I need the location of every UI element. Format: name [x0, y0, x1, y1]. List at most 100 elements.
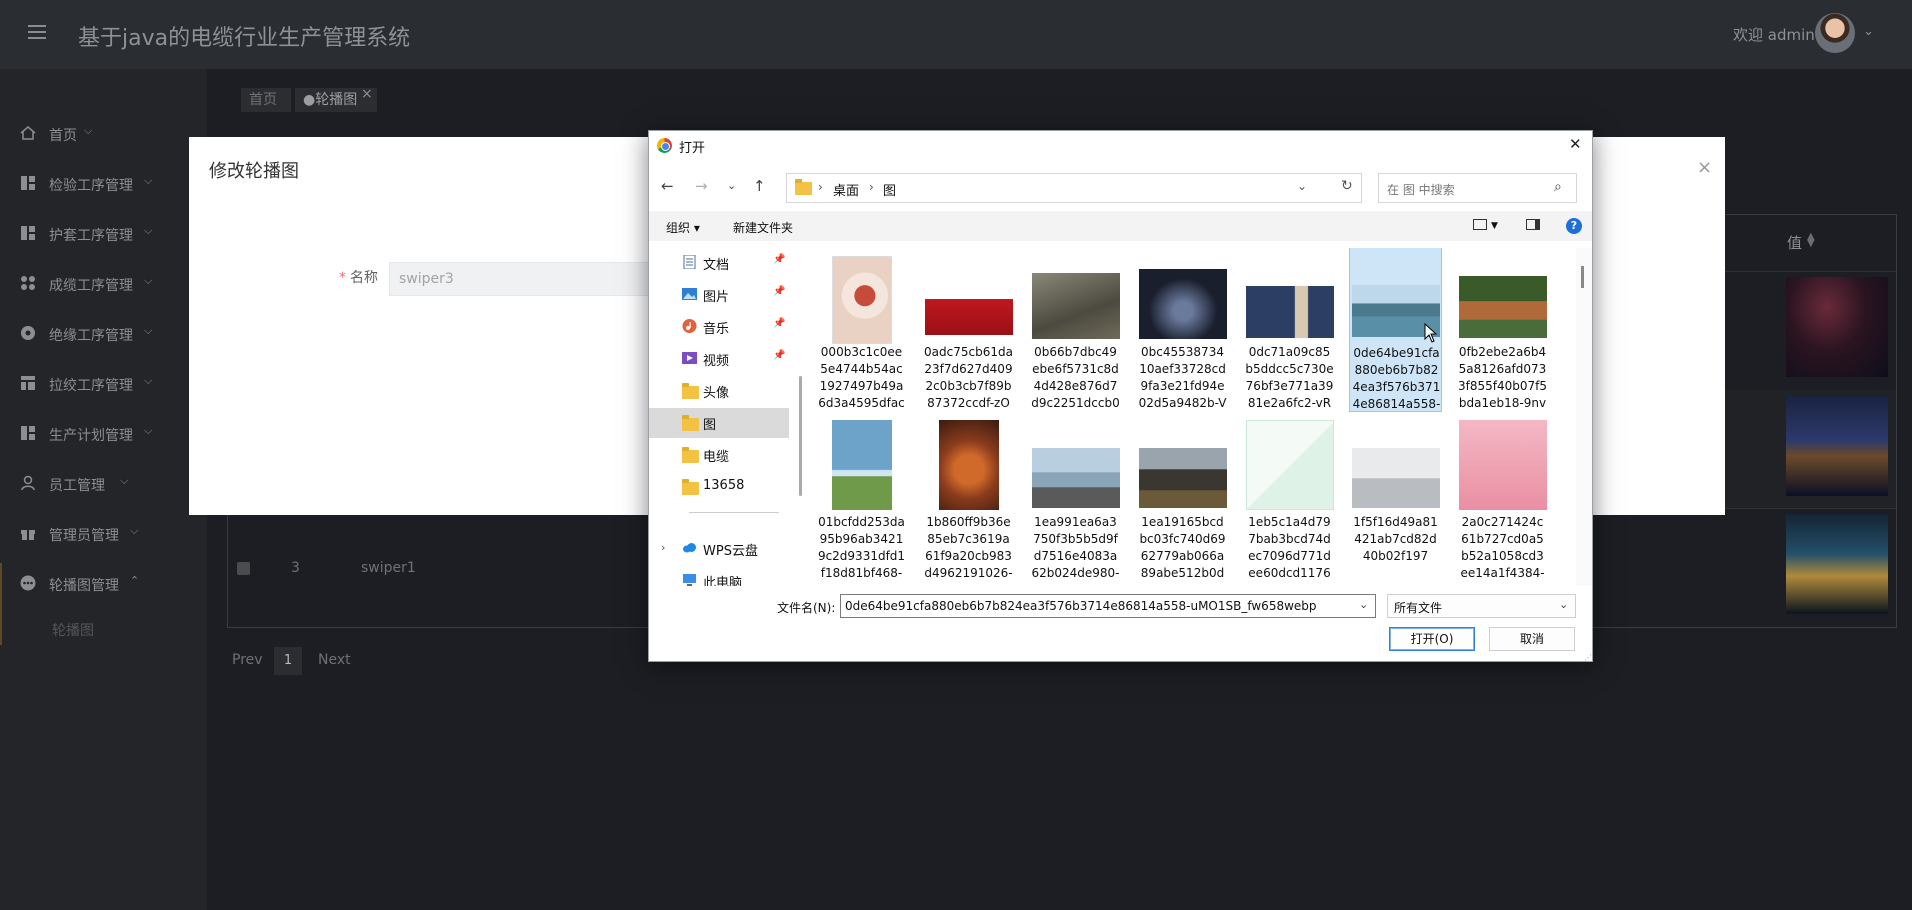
file-item[interactable]: 000b3c1c0ee5e4744b54ac1927497b49a6d3a459… — [815, 248, 908, 416]
pager-current[interactable]: 1 — [274, 647, 302, 675]
cancel-button[interactable]: 取消 — [1489, 627, 1575, 651]
pager-next[interactable]: Next — [318, 652, 351, 668]
open-button[interactable]: 打开(O) — [1389, 627, 1475, 651]
close-icon[interactable]: × — [361, 86, 373, 102]
chevron-down-icon[interactable]: ⌄ — [1359, 598, 1368, 611]
file-name: 1ea19165bcdbc03fc740d6962779ab066a89abe5… — [1139, 515, 1226, 580]
organize-button[interactable]: 组织 ▾ — [666, 219, 700, 236]
file-thumbnail — [1138, 269, 1227, 339]
nav-item-cables[interactable]: 电缆 — [649, 440, 789, 470]
nav-item-videos[interactable]: 视频 📌 — [649, 344, 789, 374]
sidebar-item-insulation[interactable]: 绝缘工序管理 ⌵ — [0, 314, 207, 354]
file-list-scrollbar[interactable] — [1576, 248, 1592, 586]
sidebar-item-label: 生产计划管理 — [49, 428, 133, 444]
help-icon[interactable]: ? — [1566, 218, 1582, 234]
path-segment[interactable]: 桌面 — [833, 180, 859, 199]
modal-title: 修改轮播图 — [209, 161, 299, 182]
file-item[interactable]: 1ea991ea6a3750f3b5b5d9fd7516e4083a62b024… — [1029, 418, 1122, 586]
scrollbar-thumb[interactable] — [1581, 266, 1584, 288]
new-folder-button[interactable]: 新建文件夹 — [733, 219, 793, 236]
up-arrow-icon[interactable]: ↑ — [753, 177, 766, 195]
file-item[interactable]: 1b860ff9b36e85eb7c3619a61f9a20cb983d4962… — [922, 418, 1015, 586]
sort-icon[interactable]: ▲ ▼ — [1807, 232, 1815, 249]
nav-scrollbar[interactable] — [799, 376, 802, 496]
search-input[interactable]: 在 图 中搜索 ⌕ — [1378, 173, 1577, 203]
breadcrumb-home[interactable]: 首页 — [241, 88, 291, 112]
nav-item-wps-cloud[interactable]: › WPS云盘 — [649, 534, 789, 564]
back-arrow-icon[interactable]: ← — [661, 177, 674, 195]
sidebar-item-employees[interactable]: 员工管理 ⌵ — [0, 464, 207, 504]
resize-grip-icon[interactable]: ⋰ — [1584, 653, 1592, 662]
sidebar-item-production-plan[interactable]: 生产计划管理 ⌵ — [0, 414, 207, 454]
file-item[interactable]: 0b66b7dbc49ebe6f5731c8d4d428e876d7d9c225… — [1029, 248, 1122, 416]
path-segment[interactable]: 图 — [883, 180, 896, 199]
file-item[interactable]: 1ea19165bcdbc03fc740d6962779ab066a89abe5… — [1136, 418, 1229, 586]
column-header-value[interactable]: 值 — [1787, 232, 1802, 253]
file-name: 1eb5c1a4d797bab3bcd74dec7096d771dee60dcd… — [1248, 515, 1331, 580]
file-item[interactable]: 1eb5c1a4d797bab3bcd74dec7096d771dee60dcd… — [1243, 418, 1336, 586]
recent-locations-icon[interactable]: ⌄ — [727, 179, 736, 192]
row-checkbox[interactable] — [237, 562, 250, 575]
file-item[interactable]: 0fb2ebe2a6b45a8126afd0733f855f40b07f5bda… — [1456, 248, 1549, 416]
nav-item-label: 文档 — [703, 258, 730, 273]
dashboard-icon — [21, 226, 35, 240]
sidebar-item-stranding[interactable]: 拉绞工序管理 ⌵ — [0, 364, 207, 404]
file-name: 0de64be91cfa880eb6b7b824ea3f576b3714e868… — [1352, 346, 1441, 411]
forward-arrow-icon[interactable]: → — [695, 177, 708, 195]
filename-input[interactable]: 0de64be91cfa880eb6b7b824ea3f576b3714e868… — [840, 594, 1376, 618]
sidebar-item-cabling[interactable]: 成缆工序管理 ⌵ — [0, 264, 207, 304]
sidebar-item-sheath[interactable]: 护套工序管理 ⌵ — [0, 214, 207, 254]
name-label: * 名称 — [339, 267, 378, 287]
file-item[interactable]: 0bc4553873410aef33728cd9fa3e21fd94e02d5a… — [1136, 248, 1229, 416]
file-item[interactable]: 01bcfdd253da95b96ab34219c2d9331dfd1f18d8… — [815, 418, 908, 586]
chevron-down-icon[interactable]: ⌄ — [1863, 24, 1874, 39]
preview-pane-icon[interactable] — [1526, 219, 1540, 230]
address-bar[interactable]: › 桌面 › 图 ⌄ ↻ — [786, 173, 1362, 203]
chevron-down-icon[interactable]: ⌄ — [1297, 179, 1307, 193]
file-item[interactable]: 1f5f16d49a81421ab7cd82d40b02f197 — [1349, 418, 1442, 586]
sidebar-subitem-carousel[interactable]: 轮播图 — [52, 620, 94, 640]
file-item[interactable]: 0dc71a09c85b5ddcc5c730e76bf3e771a3981e2a… — [1243, 248, 1336, 416]
menu-toggle-icon[interactable] — [28, 25, 46, 39]
table-icon — [21, 376, 35, 390]
folder-icon — [682, 383, 699, 399]
view-mode-icon[interactable] — [1473, 219, 1487, 230]
file-item[interactable]: 2a0c271424c61b727cd0a5b52a1058cd3ee14a1f… — [1456, 418, 1549, 586]
dialog-titlebar[interactable]: 打开 ✕ — [649, 131, 1592, 159]
table-row-thumbnail — [1786, 396, 1888, 496]
close-icon[interactable]: ✕ — [1569, 135, 1582, 153]
nav-item-label: 图 — [703, 418, 717, 433]
file-name: 000b3c1c0ee5e4744b54ac1927497b49a6d3a459… — [818, 345, 905, 410]
chevron-down-icon[interactable]: ⌄ — [1559, 598, 1568, 611]
nav-item-label: 电缆 — [703, 450, 730, 465]
sidebar-item-carousel[interactable]: 轮播图管理 ⌃ — [0, 564, 207, 604]
avatar[interactable] — [1815, 13, 1855, 53]
close-icon[interactable]: × — [1697, 157, 1712, 178]
filetype-select[interactable]: 所有文件 — [1387, 594, 1576, 618]
picture-icon — [682, 288, 697, 300]
dashboard-icon — [21, 426, 35, 440]
nav-item-13658[interactable]: 13658 — [649, 472, 789, 502]
chevron-down-icon: ⌵ — [120, 474, 129, 487]
refresh-icon[interactable]: ↻ — [1341, 178, 1353, 194]
nav-item-images[interactable]: 图 — [649, 408, 789, 438]
nav-item-avatars[interactable]: 头像 — [649, 376, 789, 406]
sidebar-item-inspection[interactable]: 检验工序管理 ⌵ — [0, 164, 207, 204]
nav-item-this-pc[interactable]: 此电脑 — [649, 566, 789, 586]
nav-item-music[interactable]: 音乐 📌 — [649, 312, 789, 342]
gift-icon — [21, 530, 35, 540]
nav-divider — [689, 512, 779, 513]
active-indicator — [0, 563, 2, 645]
nav-item-documents[interactable]: 文档 📌 — [649, 248, 789, 278]
file-item[interactable]: 0adc75cb61da23f7d627d4092c0b3cb7f89b8737… — [922, 248, 1015, 416]
pager-prev[interactable]: Prev — [232, 652, 263, 668]
chevron-down-icon: ⌵ — [144, 224, 153, 237]
sidebar-item-admins[interactable]: 管理员管理 ⌵ — [0, 514, 207, 554]
home-icon — [20, 126, 36, 140]
chevron-down-icon[interactable]: ▼ — [1491, 221, 1498, 231]
app-title: 基于java的电缆行业生产管理系统 — [78, 26, 411, 51]
file-thumbnail — [831, 420, 892, 510]
sidebar-item-home[interactable]: 首页 ⌵ — [0, 114, 207, 154]
nav-item-pictures[interactable]: 图片 📌 — [649, 280, 789, 310]
chevron-right-icon[interactable]: › — [661, 541, 665, 554]
